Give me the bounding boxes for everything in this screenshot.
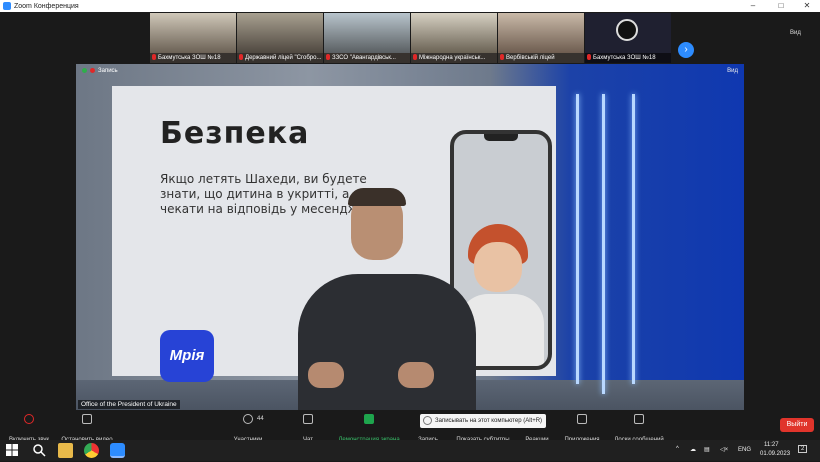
neon-light bbox=[632, 94, 635, 384]
clock-date: 01.09.2023 bbox=[760, 451, 791, 457]
participant-tile[interactable]: Державний ліцей "Сгобро... bbox=[237, 13, 323, 63]
recording-indicator: Запись bbox=[82, 68, 118, 74]
security-shield-icon bbox=[82, 68, 87, 73]
record-circle-icon bbox=[423, 416, 432, 425]
cloud-icon: ☁ bbox=[690, 447, 696, 453]
minimize-button[interactable]: – bbox=[742, 0, 764, 12]
speaker-figure bbox=[298, 274, 476, 410]
camera-icon bbox=[82, 414, 92, 424]
chrome-icon[interactable] bbox=[84, 443, 99, 458]
tray-chevron-icon[interactable]: ^ bbox=[676, 446, 679, 452]
speaker-hand bbox=[398, 362, 434, 388]
participant-tile-active[interactable]: Бахмутська ЗОШ №18 bbox=[585, 13, 671, 63]
windows-start-icon[interactable] bbox=[6, 443, 21, 458]
participants-icon bbox=[243, 414, 253, 424]
leave-button[interactable]: Выйти bbox=[780, 418, 814, 432]
participant-name: Міжнародна українськ... bbox=[419, 55, 486, 61]
gallery-next-button[interactable]: › bbox=[678, 42, 694, 58]
neon-light bbox=[576, 94, 579, 384]
network-icon[interactable]: ▤ bbox=[704, 446, 710, 453]
file-explorer-icon[interactable] bbox=[58, 443, 73, 458]
volume-muted-icon[interactable]: ◁× bbox=[720, 446, 728, 453]
speaker-name-label: Office of the President of Ukraine bbox=[78, 400, 180, 409]
windows-taskbar: ^ ☁ ▤ ◁× ENG 11:27 01.09.2023 2 bbox=[0, 440, 820, 461]
muted-mic-icon bbox=[587, 54, 591, 61]
participant-name: Бахмутська ЗОШ №18 bbox=[158, 55, 221, 61]
participant-tile[interactable]: ЗЗСО "Авангардівськ... bbox=[324, 13, 410, 63]
zoom-taskbar-icon[interactable] bbox=[110, 443, 125, 458]
participant-tile[interactable]: Вербівській ліцей bbox=[498, 13, 584, 63]
participant-tile[interactable]: Міжнародна українськ... bbox=[411, 13, 497, 63]
neon-light bbox=[602, 94, 605, 394]
maximize-button[interactable]: □ bbox=[770, 0, 792, 12]
slide-title: Безпека bbox=[160, 116, 310, 151]
gallery-view-button[interactable]: Вид bbox=[790, 30, 801, 36]
meeting-toolbar: Включить звук Остановить видео Участники… bbox=[0, 412, 820, 443]
muted-mic-icon bbox=[413, 54, 417, 61]
whiteboard-icon bbox=[634, 414, 644, 424]
notifications-icon[interactable]: 2 bbox=[798, 445, 808, 453]
active-speaker-video: Безпека Якщо летять Шахеди, ви будете зн… bbox=[76, 64, 744, 410]
participant-tile[interactable]: Бахмутська ЗОШ №18 bbox=[150, 13, 236, 63]
mic-muted-icon bbox=[24, 414, 34, 424]
zoom-logo-icon bbox=[3, 2, 11, 10]
muted-mic-icon bbox=[152, 54, 156, 61]
mriia-app-logo: Мрія bbox=[160, 330, 214, 382]
title-bar: Zoom Конференция – □ ✕ bbox=[0, 0, 820, 12]
chat-icon bbox=[303, 414, 313, 424]
participant-name: Державний ліцей "Сгобро... bbox=[245, 55, 322, 61]
apps-icon bbox=[577, 414, 587, 424]
close-button[interactable]: ✕ bbox=[796, 0, 818, 12]
window-title: Zoom Конференция bbox=[14, 2, 79, 10]
search-icon[interactable] bbox=[32, 443, 47, 458]
recording-dot-icon bbox=[90, 68, 95, 73]
speaker-hand bbox=[308, 362, 344, 388]
participant-name: Вербівській ліцей bbox=[506, 55, 555, 61]
muted-mic-icon bbox=[500, 54, 504, 61]
speaker-hair bbox=[348, 188, 406, 206]
participants-count: 44 bbox=[257, 416, 264, 422]
participant-gallery: Бахмутська ЗОШ №18 Державний ліцей "Сгоб… bbox=[0, 12, 820, 64]
muted-mic-icon bbox=[326, 54, 330, 61]
obs-logo-icon bbox=[616, 19, 638, 41]
video-view-button[interactable]: Вид bbox=[727, 68, 738, 74]
language-indicator[interactable]: ENG bbox=[738, 447, 751, 453]
main-video-area: Безпека Якщо летять Шахеди, ви будете зн… bbox=[0, 64, 820, 412]
participant-name: Бахмутська ЗОШ №18 bbox=[593, 55, 656, 61]
participant-name: ЗЗСО "Авангардівськ... bbox=[332, 55, 396, 61]
clock-time: 11:27 bbox=[764, 442, 779, 448]
muted-mic-icon bbox=[239, 54, 243, 61]
share-screen-icon bbox=[364, 414, 374, 424]
record-tooltip: Записывать на этот компьютер (Alt+R) bbox=[420, 414, 547, 428]
